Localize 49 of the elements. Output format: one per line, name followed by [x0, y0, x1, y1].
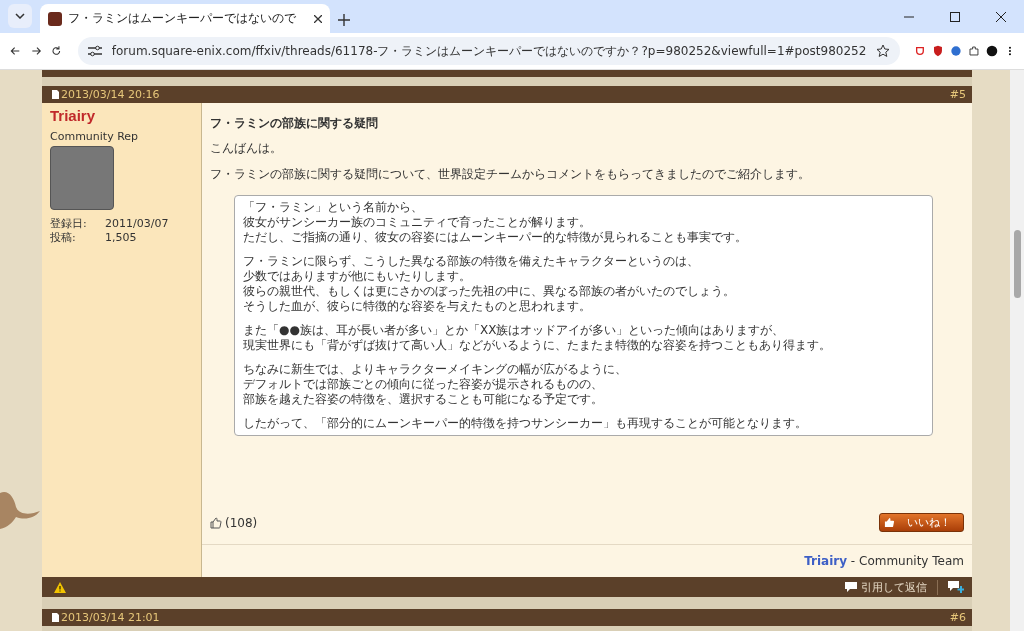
multi-quote-icon[interactable] — [948, 581, 964, 593]
warning-icon[interactable] — [54, 581, 66, 593]
chevron-down-icon — [15, 13, 25, 19]
reply-with-quote-link[interactable]: 引用して返信 — [861, 579, 927, 595]
quote-bubble-icon — [845, 582, 857, 592]
site-favicon — [48, 11, 62, 26]
quote-line: フ・ラミンに限らず、こうした異なる部族の特徴を備えたキャラクターというのは、 — [243, 254, 700, 269]
new-tab-icon[interactable] — [338, 14, 350, 26]
tab-list-button[interactable] — [8, 4, 32, 28]
quote-line: 少数ではありますが他にもいたりします。 — [243, 269, 472, 284]
post-date: 2013/03/14 21:01 — [61, 611, 160, 624]
quote-line: ちなみに新生では、よりキャラクターメイキングの幅が広がるように、 — [243, 362, 628, 377]
document-icon — [52, 90, 59, 99]
post-number[interactable]: #6 — [949, 611, 966, 624]
quote-line: 現実世界にも「背がずば抜けて高い人」などがいるように、たまたま特徴的な容姿を持つこともあり得ます。 — [243, 338, 832, 353]
quote-line: したがって、「部分的にムーンキーパー的特徴を持つサンシーカー」も再現することが可能となります。 — [243, 416, 808, 431]
thumbs-up-icon — [884, 517, 895, 528]
author-name[interactable]: Triairy — [50, 107, 193, 124]
post-number[interactable]: #5 — [949, 88, 966, 101]
scrollbar[interactable] — [1010, 70, 1024, 631]
like-count: (108) — [225, 515, 258, 530]
stat-label: 登録日: — [50, 217, 88, 231]
user-rank: Community Rep — [50, 130, 140, 143]
quote-line: また「●●族は、耳が長い者が多い」とか「XX族はオッドアイが多い」といった傾向はありますが、 — [243, 323, 786, 338]
document-icon — [52, 613, 59, 622]
stat-value: 1,505 — [105, 231, 137, 245]
close-icon[interactable] — [314, 14, 322, 23]
quote-line: 部族を越えた容姿の特徴を、選択することも可能になる予定です。 — [243, 392, 604, 407]
like-button[interactable]: いいね！ — [879, 513, 964, 532]
quote-line: ただし、ご指摘の通り、彼女の容姿にはムーンキーパー的な特徴が見られることも事実です。 — [243, 230, 748, 245]
signature-name[interactable]: Triairy — [804, 554, 848, 568]
post-title: フ・ラミンの部族に関する疑問 — [210, 115, 379, 132]
quote-line: そうした血が、彼らに特徴的な容姿を与えたものと思われます。 — [243, 299, 592, 314]
address-bar[interactable]: forum.square-enix.com/ffxiv/threads/61178-フ・ラミンはムーンキーパーではないのですか？?p=980252&viewfull=1#post980252 — [77, 37, 901, 65]
stat-value: 2011/03/07 — [105, 217, 169, 231]
post-date: 2013/03/14 20:16 — [61, 88, 160, 101]
thumbs-up-icon — [210, 516, 222, 529]
signature-text: - Community Team — [850, 554, 964, 568]
site-settings-icon[interactable] — [87, 45, 102, 57]
quote-line: デフォルトでは部族ごとの傾向に従った容姿が提示されるものの、 — [243, 377, 604, 392]
quote-line: 彼らの親世代、もしくは更にさかのぼった先祖の中に、異なる部族の者がいたのでしょう。 — [243, 284, 736, 299]
avatar-placeholder — [50, 146, 114, 210]
quote-line: 彼女がサンシーカー族のコミュニティで育ったことが解ります。 — [243, 215, 592, 230]
browser-tab[interactable]: フ・ラミンはムーンキーパーではないので — [40, 4, 330, 33]
stat-label: 投稿: — [50, 231, 77, 245]
quote-line: 「フ・ラミン」という名前から、 — [243, 200, 424, 215]
star-icon[interactable] — [876, 44, 891, 58]
greeting-text: こんばんは。 — [210, 140, 283, 157]
intro-text: フ・ラミンの部族に関する疑問について、世界設定チームからコメントをもらってきましたのでご紹介します。 — [210, 166, 811, 183]
